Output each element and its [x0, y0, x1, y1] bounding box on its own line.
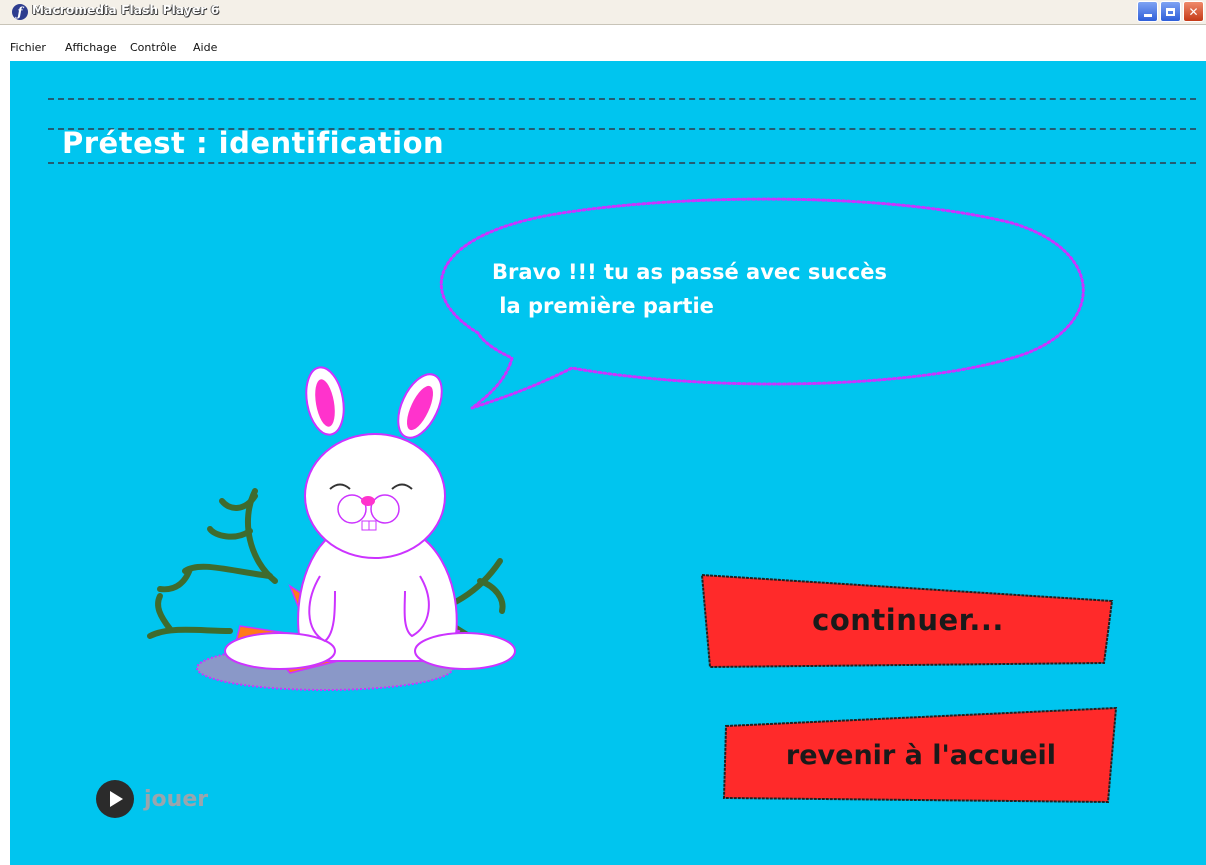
window-titlebar: ƒ Macromedia Flash Player 6 ✕	[0, 0, 1206, 25]
maximize-button[interactable]	[1160, 1, 1181, 22]
menu-affichage[interactable]: Affichage	[65, 41, 117, 54]
home-label: revenir à l'accueil	[785, 739, 1057, 771]
divider-line	[48, 98, 1196, 100]
flash-stage: Prétest : identification Bravo !!! tu as…	[10, 61, 1206, 865]
flash-player-icon: ƒ	[12, 4, 28, 20]
play-control[interactable]: jouer	[96, 779, 208, 819]
speech-line-2: la première partie	[492, 294, 714, 318]
menu-bar: Fichier Affichage Contrôle Aide	[0, 25, 1206, 61]
menu-fichier[interactable]: Fichier	[10, 41, 46, 54]
close-icon: ✕	[1188, 4, 1199, 19]
minimize-button[interactable]	[1137, 1, 1158, 22]
home-button[interactable]: revenir à l'accueil	[722, 706, 1120, 804]
window-title: Macromedia Flash Player 6	[32, 3, 220, 17]
bunny-illustration	[147, 366, 516, 691]
page-title: Prétest : identification	[62, 126, 445, 160]
divider-line	[48, 162, 1196, 164]
play-icon	[96, 780, 134, 818]
continue-button[interactable]: continuer...	[700, 571, 1116, 669]
continue-label: continuer...	[812, 603, 1004, 637]
menu-controle[interactable]: Contrôle	[130, 41, 177, 54]
minimize-icon	[1143, 14, 1152, 17]
play-triangle	[110, 791, 123, 807]
menu-aide[interactable]: Aide	[193, 41, 217, 54]
maximize-icon	[1166, 7, 1175, 16]
window-controls: ✕	[1137, 1, 1204, 23]
close-button[interactable]: ✕	[1183, 1, 1204, 22]
speech-line-1: Bravo !!! tu as passé avec succès	[492, 260, 887, 284]
play-label: jouer	[144, 786, 209, 812]
